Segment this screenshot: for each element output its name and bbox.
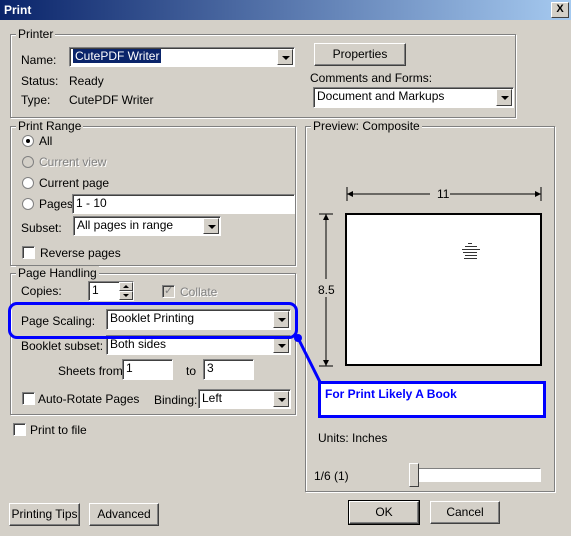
copies-label: Copies: [21, 284, 62, 298]
cancel-button[interactable]: Cancel [430, 501, 500, 524]
sheets-to-input[interactable]: 3 [203, 359, 254, 380]
page-handling-legend: Page Handling [16, 266, 99, 280]
autorotate-label: Auto-Rotate Pages [38, 392, 140, 406]
chevron-down-icon[interactable] [496, 89, 512, 106]
preview-height-label: 8.5 [318, 283, 335, 297]
print-range-legend: Print Range [16, 119, 84, 133]
print-to-file-checkbox[interactable] [13, 423, 26, 436]
subset-label: Subset: [21, 221, 62, 235]
sheets-from-input[interactable]: 1 [122, 359, 173, 380]
sheets-to-label: to [186, 364, 197, 378]
binding-select[interactable]: Left [198, 389, 291, 409]
printer-type-value: CutePDF Writer [69, 93, 154, 107]
comments-forms-value: Document and Markups [317, 89, 445, 103]
annotation-highlight [8, 302, 298, 339]
booklet-subset-value: Both sides [110, 337, 167, 351]
comments-forms-label: Comments and Forms: [310, 71, 433, 85]
chevron-down-icon[interactable] [277, 49, 293, 65]
printer-name-label: Name: [21, 53, 57, 67]
sheets-from-label: Sheets from [58, 364, 123, 378]
title-bar [0, 0, 571, 20]
radio-pages[interactable] [22, 198, 34, 210]
reverse-pages-checkbox[interactable] [22, 246, 35, 259]
radio-current-page-label: Current page [39, 176, 110, 190]
printer-legend: Printer [16, 27, 56, 41]
radio-pages-label: Pages [39, 197, 74, 211]
binding-label: Binding: [154, 393, 198, 407]
printer-type-label: Type: [21, 93, 51, 107]
print-to-file-label: Print to file [30, 423, 87, 437]
printer-status-value: Ready [69, 74, 104, 88]
chevron-down-icon[interactable] [273, 337, 289, 353]
properties-button[interactable]: Properties [314, 43, 406, 66]
reverse-pages-label: Reverse pages [40, 246, 121, 260]
radio-current-view [22, 156, 34, 168]
radio-current-page[interactable] [22, 177, 34, 189]
subset-value: All pages in range [77, 218, 174, 232]
preview-legend: Preview: Composite [311, 119, 422, 133]
radio-all[interactable] [22, 135, 34, 147]
autorotate-checkbox[interactable] [22, 392, 35, 405]
close-button[interactable]: X [551, 2, 569, 18]
subset-select[interactable]: All pages in range [73, 216, 221, 236]
copies-down-icon[interactable] [119, 291, 133, 300]
page-preview [345, 213, 542, 366]
booklet-subset-label: Booklet subset: [21, 339, 104, 353]
page-preview-content [462, 243, 480, 259]
copies-up-icon[interactable] [119, 282, 133, 291]
page-counter: 1/6 (1) [314, 469, 349, 483]
binding-value: Left [202, 391, 223, 405]
collate-label: Collate [180, 285, 218, 299]
chevron-down-icon[interactable] [203, 218, 219, 234]
ok-button[interactable]: OK [348, 500, 420, 525]
radio-all-label: All [39, 134, 53, 148]
annotation-callout: For Print Likely A Book [318, 381, 546, 418]
printer-name-value: CutePDF Writer [73, 49, 162, 63]
preview-width-label: 11 [437, 187, 450, 201]
units-label: Units: Inches [318, 431, 388, 445]
radio-current-view-label: Current view [39, 155, 107, 169]
comments-forms-select[interactable]: Document and Markups [313, 87, 514, 108]
printing-tips-button[interactable]: Printing Tips [9, 503, 80, 526]
page-slider-handle[interactable] [409, 463, 419, 487]
printer-status-label: Status: [21, 74, 59, 88]
advanced-button[interactable]: Advanced [89, 503, 159, 526]
page-slider-track[interactable] [410, 468, 541, 482]
pages-input[interactable]: 1 - 10 [72, 194, 295, 214]
printer-name-select[interactable]: CutePDF Writer [69, 47, 295, 67]
window-title: Print [4, 3, 32, 17]
collate-checkbox [162, 284, 175, 298]
chevron-down-icon[interactable] [273, 391, 289, 407]
